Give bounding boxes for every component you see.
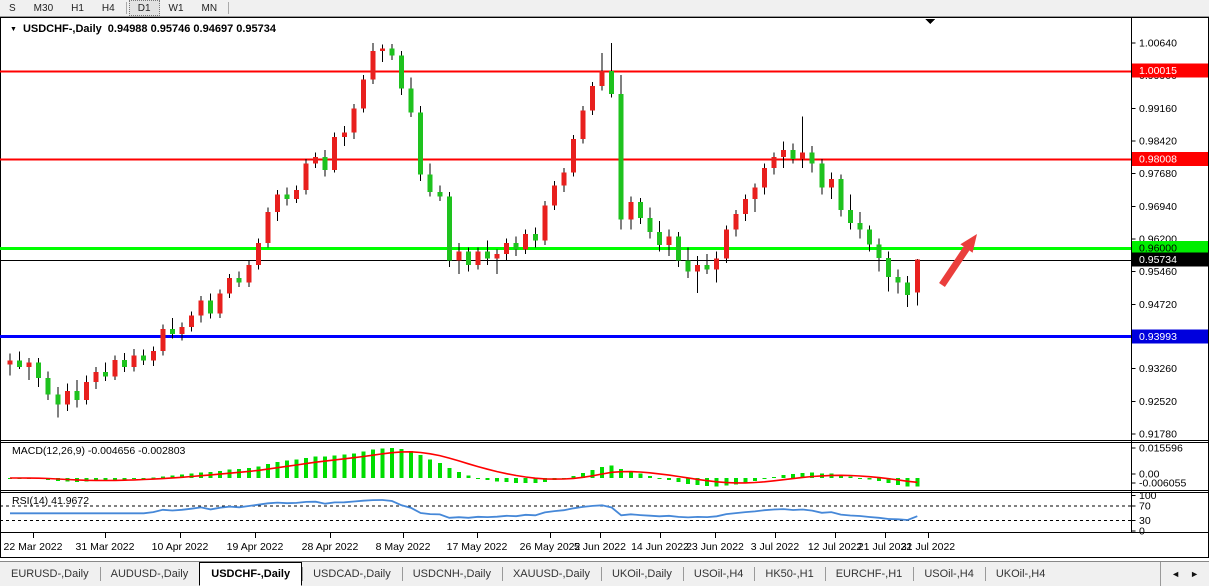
svg-text:0.98008: 0.98008 bbox=[1139, 154, 1177, 166]
symbol-tab-xauusd-daily[interactable]: XAUUSD-,Daily bbox=[502, 562, 601, 586]
symbol-tab-hk50-h1[interactable]: HK50-,H1 bbox=[754, 562, 824, 586]
svg-text:1.00015: 1.00015 bbox=[1139, 65, 1177, 77]
svg-text:17 May 2022: 17 May 2022 bbox=[447, 541, 508, 553]
tab-scroll-left-icon[interactable]: ◄ bbox=[1171, 569, 1180, 579]
svg-text:0.91780: 0.91780 bbox=[1139, 429, 1177, 441]
svg-text:31 Mar 2022: 31 Mar 2022 bbox=[76, 541, 135, 553]
symbol-tab-usdchf-daily[interactable]: USDCHF-,Daily bbox=[199, 562, 302, 586]
svg-text:12 Jul 2022: 12 Jul 2022 bbox=[808, 541, 862, 553]
svg-text:0.015596: 0.015596 bbox=[1139, 443, 1183, 455]
symbol-tab-ukoil-h4[interactable]: UKOil-,H4 bbox=[985, 562, 1057, 586]
svg-text:5 Jun 2022: 5 Jun 2022 bbox=[574, 541, 626, 553]
svg-text:26 May 2022: 26 May 2022 bbox=[520, 541, 581, 553]
tab-scroll-arrows: ◄► bbox=[1160, 562, 1209, 586]
chart-symbol-label: USDCHF-,Daily bbox=[23, 23, 102, 35]
symbol-tab-usdcnh-daily[interactable]: USDCNH-,Daily bbox=[402, 562, 502, 586]
symbol-tab-ukoil-daily[interactable]: UKOil-,Daily bbox=[601, 562, 683, 586]
chart-canvas[interactable]: 1.006400.999000.991600.984200.976800.969… bbox=[0, 0, 1209, 587]
svg-text:22 Mar 2022: 22 Mar 2022 bbox=[4, 541, 63, 553]
tab-scroll-right-icon[interactable]: ► bbox=[1190, 569, 1199, 579]
symbol-tab-usoil-h4[interactable]: USOil-,H4 bbox=[683, 562, 755, 586]
svg-text:0.93993: 0.93993 bbox=[1139, 331, 1177, 343]
svg-text:3 Jul 2022: 3 Jul 2022 bbox=[751, 541, 800, 553]
macd-indicator-label: MACD(12,26,9) -0.004656 -0.002803 bbox=[12, 445, 185, 457]
symbol-tab-eurchf-h1[interactable]: EURCHF-,H1 bbox=[825, 562, 914, 586]
chart-dropdown-icon[interactable]: ▼ bbox=[10, 26, 17, 33]
svg-text:10 Apr 2022: 10 Apr 2022 bbox=[152, 541, 209, 553]
svg-text:0.97680: 0.97680 bbox=[1139, 168, 1177, 180]
chart-title: ▼ USDCHF-,Daily 0.94988 0.95746 0.94697 … bbox=[10, 23, 276, 35]
svg-text:0.95734: 0.95734 bbox=[1139, 254, 1177, 266]
symbol-tab-bar: EURUSD-,DailyAUDUSD-,DailyUSDCHF-,DailyU… bbox=[0, 561, 1209, 586]
svg-text:19 Apr 2022: 19 Apr 2022 bbox=[227, 541, 284, 553]
svg-text:0.99160: 0.99160 bbox=[1139, 103, 1177, 115]
chart-ohlc-values: 0.94988 0.95746 0.94697 0.95734 bbox=[108, 23, 276, 35]
rsi-indicator-label: RSI(14) 41.9672 bbox=[12, 495, 89, 507]
svg-text:-0.006055: -0.006055 bbox=[1139, 478, 1186, 490]
svg-text:0.94720: 0.94720 bbox=[1139, 299, 1177, 311]
svg-text:23 Jun 2022: 23 Jun 2022 bbox=[686, 541, 744, 553]
svg-text:14 Jun 2022: 14 Jun 2022 bbox=[631, 541, 689, 553]
svg-text:0: 0 bbox=[1139, 526, 1145, 538]
svg-text:8 May 2022: 8 May 2022 bbox=[376, 541, 431, 553]
svg-text:0.92520: 0.92520 bbox=[1139, 396, 1177, 408]
svg-text:0.96940: 0.96940 bbox=[1139, 201, 1177, 213]
symbol-tab-usdcad-daily[interactable]: USDCAD-,Daily bbox=[302, 562, 402, 586]
svg-text:0.95460: 0.95460 bbox=[1139, 266, 1177, 278]
symbol-tab-eurusd-daily[interactable]: EURUSD-,Daily bbox=[0, 562, 100, 586]
svg-text:70: 70 bbox=[1139, 501, 1151, 513]
trading-terminal-window: SM30H1H4D1W1MN ▼ USDCHF-,Daily 0.94988 0… bbox=[0, 0, 1209, 587]
svg-text:0.98420: 0.98420 bbox=[1139, 135, 1177, 147]
svg-text:31 Jul 2022: 31 Jul 2022 bbox=[901, 541, 955, 553]
svg-text:28 Apr 2022: 28 Apr 2022 bbox=[302, 541, 359, 553]
symbol-tab-usoil-h4[interactable]: USOil-,H4 bbox=[913, 562, 985, 586]
svg-text:0.93260: 0.93260 bbox=[1139, 363, 1177, 375]
symbol-tab-audusd-daily[interactable]: AUDUSD-,Daily bbox=[100, 562, 200, 586]
svg-text:0.96000: 0.96000 bbox=[1139, 242, 1177, 254]
svg-text:1.00640: 1.00640 bbox=[1139, 38, 1177, 50]
